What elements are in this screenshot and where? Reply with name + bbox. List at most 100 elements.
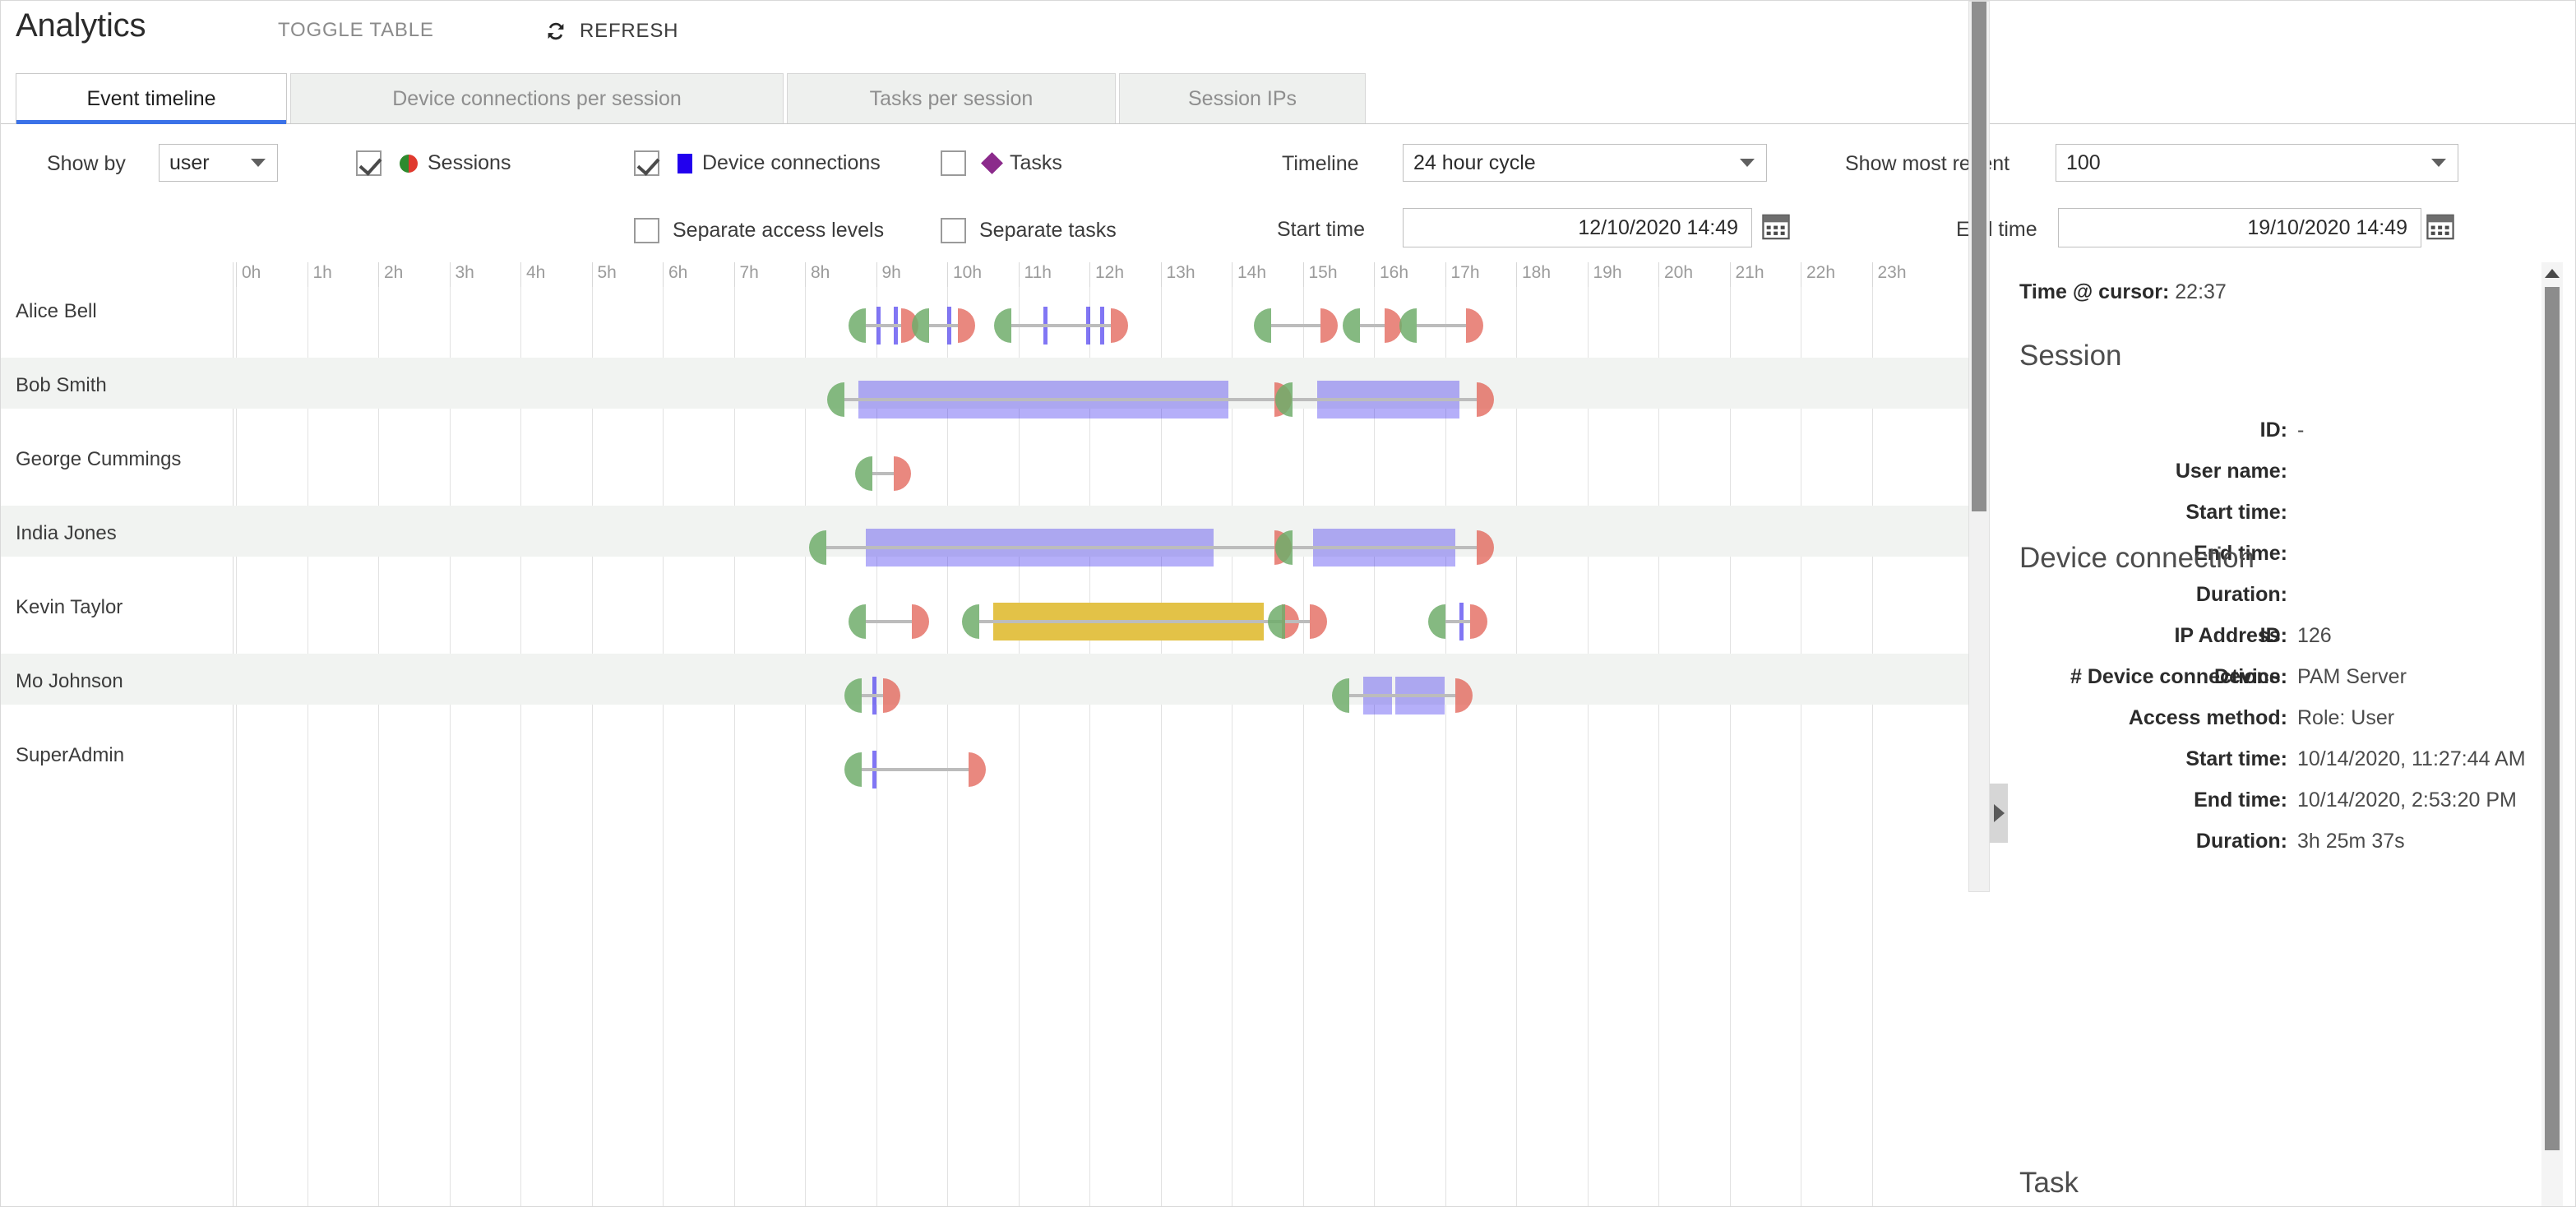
axis-tick-7h: 7h bbox=[733, 262, 759, 287]
grid-line bbox=[1089, 287, 1090, 1206]
chart-vertical-scrollbar[interactable] bbox=[1968, 1, 1990, 892]
session-end-marker[interactable] bbox=[894, 456, 912, 491]
session-span-line bbox=[1416, 324, 1467, 327]
session-section-heading: Session bbox=[2019, 340, 2122, 372]
detail-field-key: Duration: bbox=[2195, 583, 2287, 606]
timeline-select[interactable]: 24 hour cycle bbox=[1403, 144, 1767, 182]
end-time-calendar-icon[interactable] bbox=[2426, 214, 2454, 240]
grid-line bbox=[733, 287, 735, 1206]
session-end-marker[interactable] bbox=[957, 308, 975, 343]
sessions-checkbox[interactable] bbox=[356, 150, 382, 176]
session-span-line bbox=[1270, 324, 1321, 327]
chevron-down-icon bbox=[1740, 159, 1755, 167]
separate-access-levels-checkbox-row[interactable]: Separate access levels bbox=[634, 218, 884, 243]
axis-tick-8h: 8h bbox=[805, 262, 830, 287]
session-start-marker[interactable] bbox=[912, 308, 930, 343]
refresh-label: REFRESH bbox=[580, 20, 679, 42]
user-name-label: SuperAdmin bbox=[16, 744, 125, 766]
detail-field-value: Role: User bbox=[2297, 706, 2395, 729]
axis-tick-20h: 20h bbox=[1658, 262, 1693, 287]
session-start-marker[interactable] bbox=[848, 604, 866, 639]
session-start-marker[interactable] bbox=[1342, 308, 1360, 343]
show-most-recent-select[interactable]: 100 bbox=[2056, 144, 2458, 182]
device-connections-checkbox-row[interactable]: Device connections bbox=[634, 150, 881, 176]
start-time-calendar-icon[interactable] bbox=[1762, 214, 1790, 240]
session-span-line bbox=[1292, 546, 1478, 549]
panel-divider-handle[interactable] bbox=[1990, 784, 2008, 843]
axis-tick-11h: 11h bbox=[1018, 262, 1052, 287]
axis-tick-6h: 6h bbox=[663, 262, 687, 287]
tab-tasks-per-session[interactable]: Tasks per session bbox=[787, 73, 1116, 123]
session-end-marker[interactable] bbox=[911, 604, 929, 639]
session-span-line bbox=[844, 398, 1274, 401]
session-start-marker[interactable] bbox=[1267, 604, 1285, 639]
session-start-marker[interactable] bbox=[1399, 308, 1417, 343]
session-start-marker[interactable] bbox=[855, 456, 873, 491]
sessions-checkbox-row[interactable]: Sessions bbox=[356, 150, 511, 176]
session-start-marker[interactable] bbox=[844, 752, 863, 787]
session-start-marker[interactable] bbox=[848, 308, 866, 343]
detail-field-value: 10/14/2020, 2:53:20 PM bbox=[2297, 788, 2517, 812]
detail-panel-scrollbar[interactable] bbox=[2541, 262, 2563, 1206]
detail-field-key: Start time: bbox=[2185, 501, 2287, 524]
axis-tick-18h: 18h bbox=[1516, 262, 1551, 287]
detail-field-key: ID: bbox=[2259, 624, 2287, 647]
refresh-button[interactable]: REFRESH bbox=[543, 19, 678, 44]
session-start-marker[interactable] bbox=[1253, 308, 1271, 343]
axis-tick-13h: 13h bbox=[1160, 262, 1196, 287]
axis-tick-1h: 1h bbox=[307, 262, 332, 287]
hour-axis: 0h 1h 2h 3h 4h 5h 6h 7h 8h 9h 10h 11h 12h 13h 14h 15h 16… bbox=[234, 262, 1968, 287]
axis-tick-9h: 9h bbox=[876, 262, 901, 287]
device-connection-section-heading: Device connection bbox=[2019, 542, 2255, 574]
session-end-marker[interactable] bbox=[1310, 604, 1328, 639]
refresh-icon bbox=[543, 19, 568, 44]
axis-tick-14h: 14h bbox=[1232, 262, 1266, 287]
session-end-marker[interactable] bbox=[1466, 308, 1484, 343]
scroll-up-arrow[interactable] bbox=[2541, 262, 2563, 284]
session-end-marker[interactable] bbox=[1110, 308, 1128, 343]
start-time-input[interactable]: 12/10/2020 14:49 bbox=[1403, 208, 1752, 247]
timeline-grid[interactable]: 0h 1h 2h 3h 4h 5h 6h 7h 8h 9h 10h 11h 12h 13h 14h 15h 16… bbox=[234, 262, 1968, 1206]
grid-line bbox=[1018, 287, 1020, 1206]
axis-tick-10h: 10h bbox=[947, 262, 982, 287]
scrollbar-thumb[interactable] bbox=[1972, 2, 1986, 511]
purple-diamond-icon bbox=[981, 152, 1003, 174]
separate-access-levels-checkbox[interactable] bbox=[634, 218, 659, 243]
session-span-line bbox=[865, 324, 901, 327]
session-span-line bbox=[1011, 324, 1111, 327]
tasks-checkbox[interactable] bbox=[941, 150, 966, 176]
separate-tasks-checkbox[interactable] bbox=[941, 218, 966, 243]
start-time-label: Start time bbox=[1277, 218, 1365, 241]
separate-tasks-checkbox-row[interactable]: Separate tasks bbox=[941, 218, 1117, 243]
session-span-line bbox=[1284, 620, 1311, 623]
axis-tick-22h: 22h bbox=[1801, 262, 1835, 287]
toggle-table-button[interactable]: TOGGLE TABLE bbox=[278, 19, 434, 42]
session-end-marker[interactable] bbox=[1320, 308, 1339, 343]
session-start-marker[interactable] bbox=[961, 604, 979, 639]
session-start-marker[interactable] bbox=[1427, 604, 1445, 639]
page-title: Analytics bbox=[16, 7, 146, 44]
user-name-label: Bob Smith bbox=[16, 374, 107, 396]
session-span-line bbox=[929, 324, 958, 327]
session-end-marker[interactable] bbox=[1469, 604, 1487, 639]
axis-tick-0h: 0h bbox=[236, 262, 261, 287]
grid-line bbox=[1516, 287, 1517, 1206]
detail-field-value: 3h 25m 37s bbox=[2297, 830, 2405, 853]
tab-event-timeline[interactable]: Event timeline bbox=[16, 73, 287, 124]
end-time-value: 19/10/2020 14:49 bbox=[2247, 215, 2407, 239]
tab-device-connections-per-session[interactable]: Device connections per session bbox=[290, 73, 784, 123]
show-by-select[interactable]: user bbox=[159, 144, 278, 182]
detail-field-key: ID: bbox=[2259, 419, 2287, 442]
device-connections-checkbox[interactable] bbox=[634, 150, 659, 176]
session-start-marker[interactable] bbox=[993, 308, 1011, 343]
detail-field-key: Device: bbox=[2214, 665, 2287, 688]
detail-field-value: 126 bbox=[2297, 624, 2332, 647]
tasks-checkbox-row[interactable]: Tasks bbox=[941, 150, 1062, 176]
tab-session-ips[interactable]: Session IPs bbox=[1119, 73, 1366, 123]
controls-bar: Show by user Sessions Device connections… bbox=[1, 126, 2576, 262]
end-time-input[interactable]: 19/10/2020 14:49 bbox=[2058, 208, 2421, 247]
detail-scrollbar-thumb[interactable] bbox=[2545, 287, 2560, 1150]
grid-line bbox=[805, 287, 806, 1206]
detail-field-value: 10/14/2020, 11:27:44 AM bbox=[2297, 747, 2526, 770]
session-end-marker[interactable] bbox=[968, 752, 986, 787]
